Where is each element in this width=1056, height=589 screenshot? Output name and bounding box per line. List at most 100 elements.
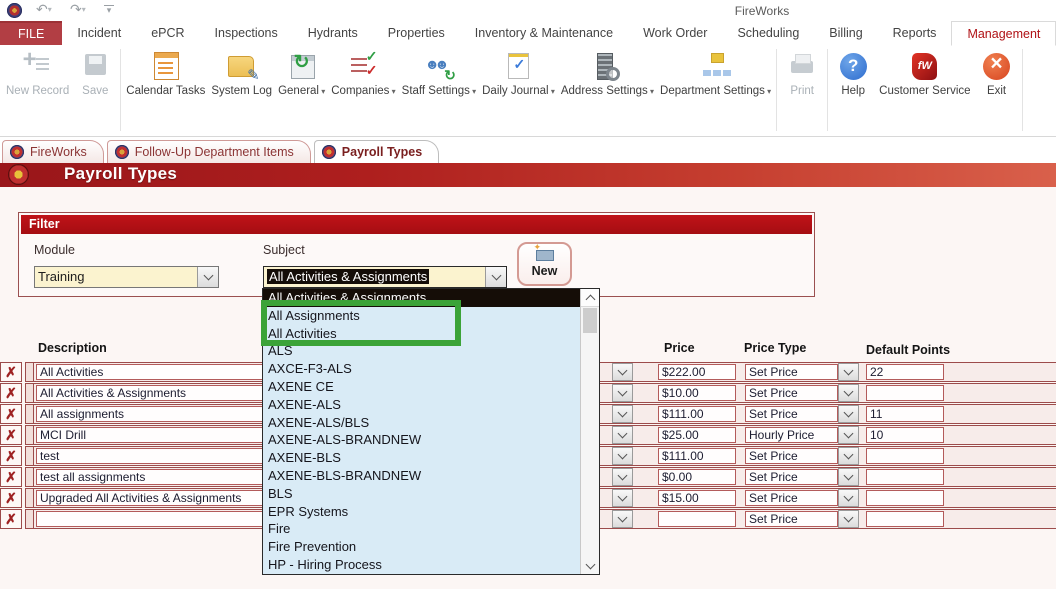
customer-service-button[interactable]: Customer Service [876, 45, 973, 99]
dropdown-item-axene-als[interactable]: AXENE-ALS [263, 396, 582, 414]
ribbon-tab-properties[interactable]: Properties [373, 21, 460, 45]
default-points-field[interactable] [866, 469, 944, 485]
price-type-field[interactable]: Set Price [745, 511, 838, 527]
delete-row-button[interactable]: ✗ [0, 425, 22, 445]
staff-settings-button[interactable]: Staff Settings ▾ [399, 45, 479, 99]
doc-tab-payroll-types[interactable]: Payroll Types [314, 140, 439, 163]
row-subject-combo-button[interactable] [612, 363, 633, 381]
module-combobox[interactable]: Training [34, 266, 219, 288]
price-field[interactable]: $25.00 [658, 427, 736, 443]
ribbon-tab-work-order[interactable]: Work Order [628, 21, 722, 45]
dropdown-item-axce-f3-als[interactable]: AXCE-F3-ALS [263, 360, 582, 378]
module-combo-button[interactable] [197, 267, 218, 287]
ribbon-tab-file[interactable]: FILE [0, 21, 62, 45]
row-grip[interactable] [26, 426, 34, 444]
price-type-field[interactable]: Set Price [745, 406, 838, 422]
default-points-field[interactable] [866, 385, 944, 401]
dropdown-item-epr-systems[interactable]: EPR Systems [263, 503, 582, 521]
ribbon-tab-management[interactable]: Management [951, 21, 1056, 46]
general-button[interactable]: General ▾ [275, 45, 328, 99]
dropdown-item-axene-ce[interactable]: AXENE CE [263, 378, 582, 396]
price-field[interactable]: $111.00 [658, 448, 736, 464]
scroll-up-button[interactable] [581, 289, 599, 307]
dropdown-item-axene-bls-brandnew[interactable]: AXENE-BLS-BRANDNEW [263, 467, 582, 485]
exit-button[interactable]: Exit [974, 45, 1020, 99]
row-grip[interactable] [26, 447, 34, 465]
price-field[interactable]: $222.00 [658, 364, 736, 380]
price-field[interactable]: $0.00 [658, 469, 736, 485]
default-points-field[interactable]: 10 [866, 427, 944, 443]
default-points-field[interactable]: 22 [866, 364, 944, 380]
row-subject-combo-button[interactable] [612, 510, 633, 528]
ribbon-tab-billing[interactable]: Billing [814, 21, 877, 45]
delete-row-button[interactable]: ✗ [0, 467, 22, 487]
system-log-button[interactable]: System Log [208, 45, 275, 99]
delete-row-button[interactable]: ✗ [0, 383, 22, 403]
dropdown-item-fire[interactable]: Fire [263, 520, 582, 538]
delete-row-button[interactable]: ✗ [0, 362, 22, 382]
redo-button[interactable]: ↷▾ [70, 1, 86, 18]
price-type-combo-button[interactable] [838, 426, 859, 444]
price-type-combo-button[interactable] [838, 384, 859, 402]
dropdown-item-axene-als-brandnew[interactable]: AXENE-ALS-BRANDNEW [263, 431, 582, 449]
delete-row-button[interactable]: ✗ [0, 446, 22, 466]
scrollbar-thumb[interactable] [583, 308, 597, 333]
dropdown-scrollbar[interactable] [580, 289, 599, 574]
price-type-field[interactable]: Set Price [745, 448, 838, 464]
default-points-field[interactable]: 11 [866, 406, 944, 422]
default-points-field[interactable] [866, 511, 944, 527]
default-points-field[interactable] [866, 448, 944, 464]
price-type-combo-button[interactable] [838, 468, 859, 486]
department-settings-button[interactable]: Department Settings ▾ [657, 45, 774, 99]
print-button[interactable]: Print [779, 45, 825, 99]
undo-button[interactable]: ↶▾ [36, 1, 52, 18]
new-button[interactable]: New [517, 242, 572, 286]
row-subject-combo-button[interactable] [612, 384, 633, 402]
delete-row-button[interactable]: ✗ [0, 404, 22, 424]
price-type-combo-button[interactable] [838, 363, 859, 381]
scroll-down-button[interactable] [581, 558, 599, 574]
price-field[interactable]: $10.00 [658, 385, 736, 401]
address-settings-button[interactable]: Address Settings ▾ [558, 45, 657, 99]
row-grip[interactable] [26, 405, 34, 423]
price-field[interactable] [658, 511, 736, 527]
default-points-field[interactable] [866, 490, 944, 506]
delete-row-button[interactable]: ✗ [0, 488, 22, 508]
dropdown-item-axene-bls[interactable]: AXENE-BLS [263, 449, 582, 467]
row-grip[interactable] [26, 363, 34, 381]
row-grip[interactable] [26, 489, 34, 507]
subject-combo-button[interactable] [485, 267, 506, 287]
price-type-field[interactable]: Set Price [745, 364, 838, 380]
ribbon-tab-epcr[interactable]: ePCR [136, 21, 199, 45]
ribbon-tab-inspections[interactable]: Inspections [200, 21, 293, 45]
price-field[interactable]: $111.00 [658, 406, 736, 422]
daily-journal-button[interactable]: Daily Journal ▾ [479, 45, 558, 99]
row-subject-combo-button[interactable] [612, 426, 633, 444]
ribbon-tab-scheduling[interactable]: Scheduling [722, 21, 814, 45]
price-type-combo-button[interactable] [838, 510, 859, 528]
delete-row-button[interactable]: ✗ [0, 509, 22, 529]
price-type-combo-button[interactable] [838, 405, 859, 423]
row-grip[interactable] [26, 384, 34, 402]
ribbon-tab-hydrants[interactable]: Hydrants [293, 21, 373, 45]
save-button[interactable]: Save [72, 45, 118, 99]
doc-tab-fireworks[interactable]: FireWorks [2, 140, 104, 163]
row-grip[interactable] [26, 468, 34, 486]
new-record-button[interactable]: New Record [3, 45, 72, 99]
calendar-tasks-button[interactable]: Calendar Tasks [123, 45, 208, 99]
row-subject-combo-button[interactable] [612, 468, 633, 486]
price-type-field[interactable]: Set Price [745, 385, 838, 401]
companies-button[interactable]: Companies ▾ [328, 45, 398, 99]
ribbon-tab-inventory-maintenance[interactable]: Inventory & Maintenance [460, 21, 628, 45]
row-grip[interactable] [26, 510, 34, 528]
row-subject-combo-button[interactable] [612, 447, 633, 465]
dropdown-item-axene-als-bls[interactable]: AXENE-ALS/BLS [263, 414, 582, 432]
row-subject-combo-button[interactable] [612, 489, 633, 507]
dropdown-item-hp-hiring-process[interactable]: HP - Hiring Process [263, 556, 582, 574]
ribbon-tab-incident[interactable]: Incident [62, 21, 136, 45]
dropdown-item-bls[interactable]: BLS [263, 485, 582, 503]
price-type-field[interactable]: Set Price [745, 490, 838, 506]
price-type-combo-button[interactable] [838, 489, 859, 507]
price-type-field[interactable]: Set Price [745, 469, 838, 485]
price-type-field[interactable]: Hourly Price [745, 427, 838, 443]
